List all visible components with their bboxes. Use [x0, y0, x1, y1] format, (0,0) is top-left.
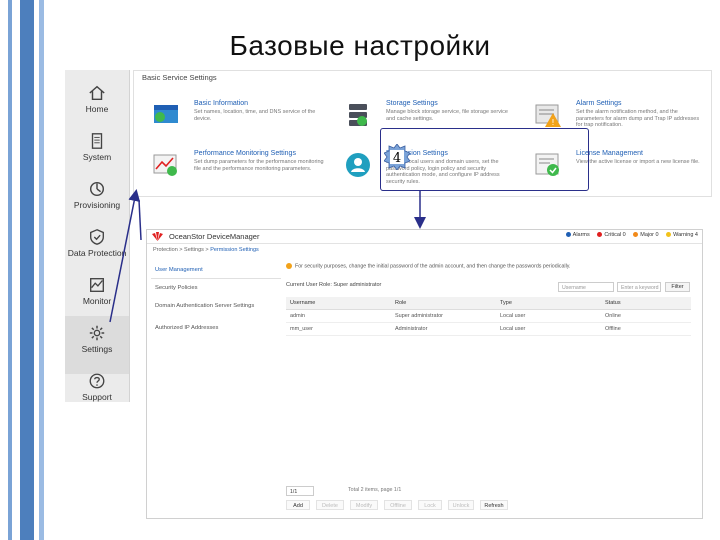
users-table: Username Role Type Status admin Super ad… [286, 297, 691, 336]
col-status[interactable]: Status [601, 297, 691, 310]
page-select[interactable]: 1/1 [286, 486, 314, 496]
table-row[interactable]: mm_user Administrator Local user Offline [286, 322, 691, 336]
pagination-info: Total 2 items, page 1/1 [348, 487, 402, 493]
left-accent-bar-3 [39, 0, 44, 540]
col-username[interactable]: Username [286, 297, 391, 310]
basic-settings-panel: Basic Service Settings Basic Information… [133, 70, 712, 197]
system-icon [91, 133, 103, 149]
left-accent-bar-2 [20, 0, 34, 540]
warning-alarms: Warning 4 [666, 232, 698, 238]
table-row[interactable]: admin Super administrator Local user Onl… [286, 309, 691, 323]
col-type[interactable]: Type [496, 297, 601, 310]
side-item-user-management[interactable]: User Management [151, 261, 281, 279]
major-alarms: Major 0 [633, 232, 659, 238]
refresh-button[interactable]: Refresh [480, 500, 508, 510]
support-icon [89, 373, 105, 389]
username-filter-input[interactable]: Username [558, 282, 614, 292]
device-manager-screenshot: OceanStor DeviceManager Alarms Critical … [146, 229, 703, 519]
permission-icon [346, 153, 370, 177]
delete-button[interactable]: Delete [316, 500, 344, 510]
user-management-content: For security purposes, change the initia… [286, 261, 696, 511]
alarms-link: Alarms [565, 232, 590, 238]
card-basic-information[interactable]: Basic Information Set names, location, t… [142, 95, 327, 143]
pagination: 1/1 Total 2 items, page 1/1 [286, 486, 696, 498]
huawei-logo-icon [152, 232, 163, 241]
add-button[interactable]: Add [286, 500, 310, 510]
basic-info-icon [154, 105, 178, 123]
monitor-icon [90, 278, 104, 292]
keyword-filter-input[interactable]: Enter a keyword [617, 282, 661, 292]
svg-text:!: ! [551, 118, 554, 127]
filter-button[interactable]: Filter [665, 282, 690, 292]
alarm-icon: ! [535, 104, 561, 127]
side-item-security-policies[interactable]: Security Policies [151, 279, 281, 297]
left-navigation: Home System Provisioning Data Protection… [65, 70, 130, 402]
app-name: OceanStor DeviceManager [169, 232, 260, 241]
warning-icon [286, 263, 292, 269]
performance-icon [153, 154, 177, 176]
slide-title: Базовые настройки [229, 30, 491, 61]
left-accent-bar [8, 0, 12, 540]
breadcrumb-current: Permission Settings [210, 247, 259, 253]
modify-button[interactable]: Modify [350, 500, 378, 510]
data-protection-icon [90, 229, 104, 245]
side-item-authorized-ip[interactable]: Authorized IP Addresses [151, 319, 281, 337]
storage-icon [349, 104, 367, 126]
permission-sidebar: User Management Security Policies Domain… [151, 261, 281, 511]
current-user-role: Current User Role: Super administrator [286, 282, 382, 288]
col-role[interactable]: Role [391, 297, 496, 310]
alarm-summary[interactable]: Alarms Critical 0 Major 0 Warning 4 [560, 232, 698, 238]
home-icon [89, 85, 105, 101]
critical-alarms: Critical 0 [597, 232, 626, 238]
step-badge-number: 4 [393, 151, 401, 166]
nav-item-support[interactable]: Support [65, 364, 129, 422]
permission-highlight-box [380, 128, 589, 191]
side-item-domain-auth[interactable]: Domain Authentication Server Settings [151, 297, 281, 315]
provisioning-icon [89, 181, 105, 197]
unlock-button[interactable]: Unlock [448, 500, 474, 510]
breadcrumb: Protection > Settings > Permission Setti… [153, 247, 259, 253]
user-toolbar: Add Delete Modify Offline Lock Unlock Re… [286, 500, 696, 512]
security-tip: For security purposes, change the initia… [286, 263, 571, 269]
gear-icon [89, 325, 105, 341]
offline-button[interactable]: Offline [384, 500, 412, 510]
step-badge: 4 [384, 144, 410, 170]
card-performance-monitoring[interactable]: Performance Monitoring Settings Set dump… [142, 145, 327, 193]
panel-title: Basic Service Settings [142, 73, 217, 82]
lock-button[interactable]: Lock [418, 500, 442, 510]
app-header: OceanStor DeviceManager Alarms Critical … [147, 230, 702, 244]
